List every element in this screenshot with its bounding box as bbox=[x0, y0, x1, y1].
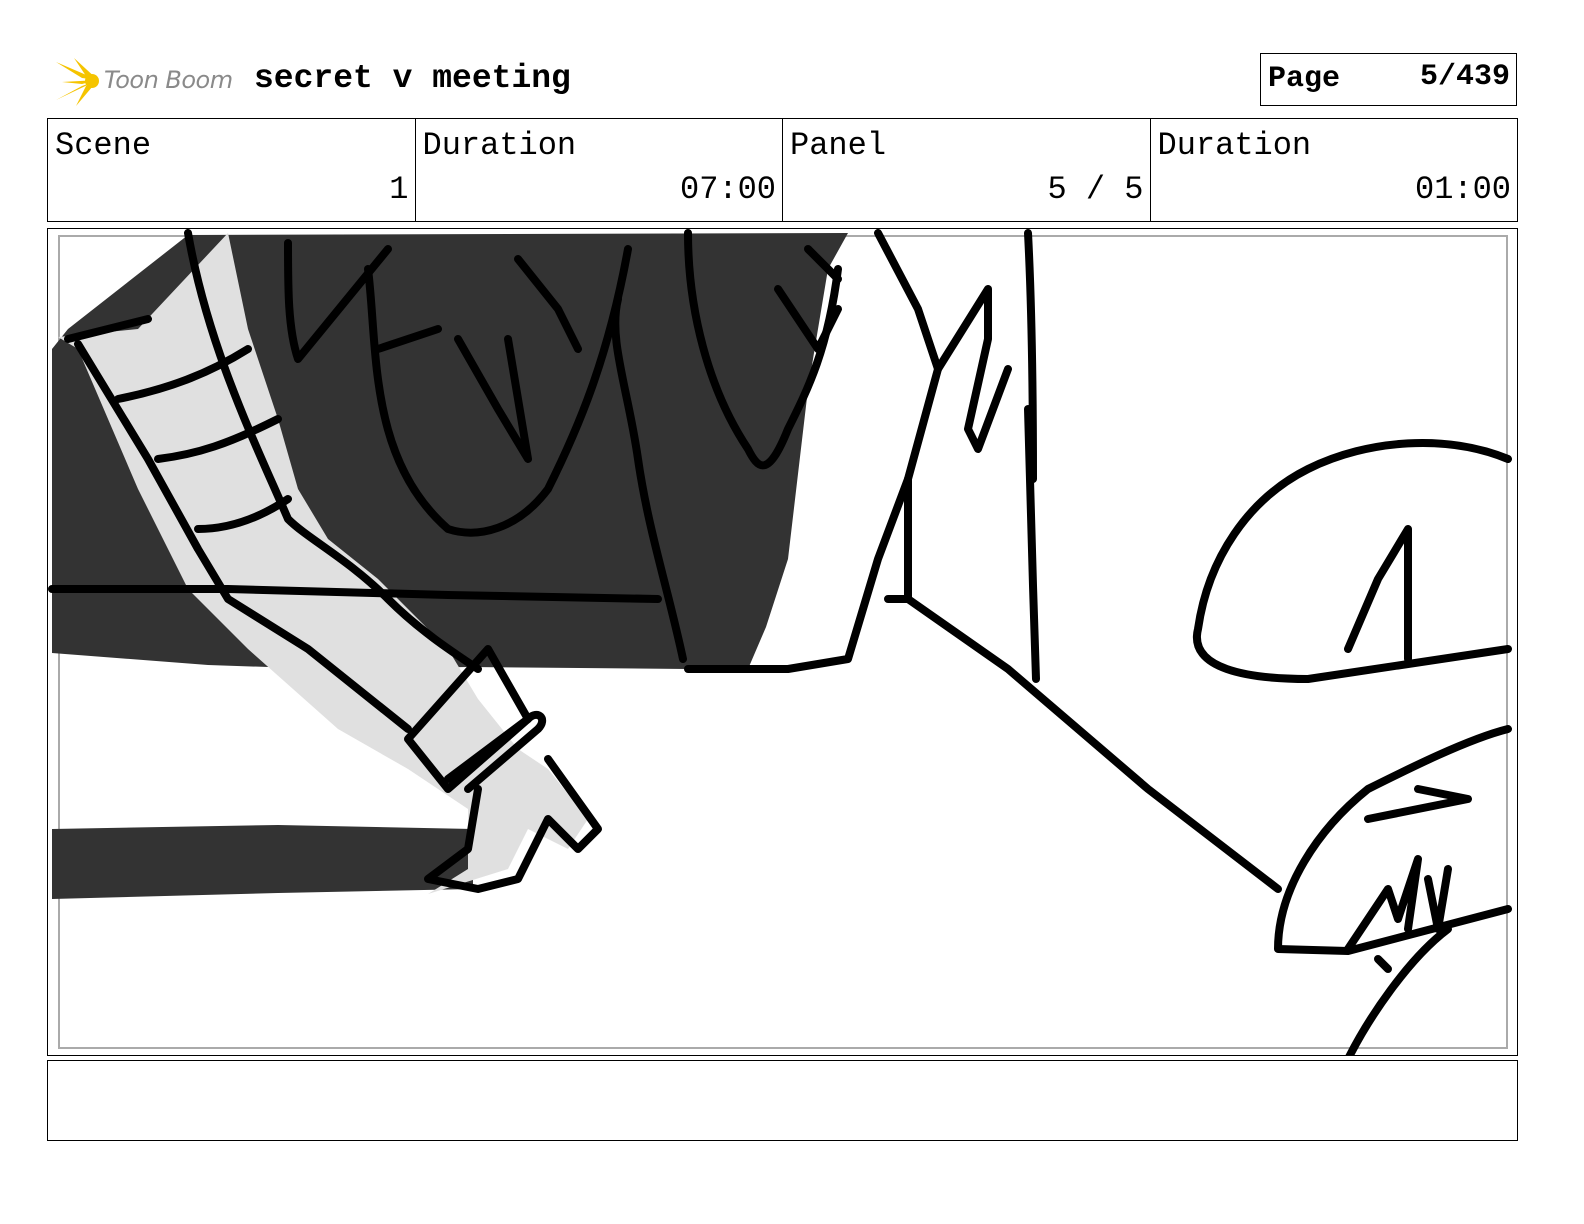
project-title: secret v meeting bbox=[254, 60, 571, 97]
scene-duration-value: 07:00 bbox=[679, 171, 776, 208]
scene-duration-cell: Duration 07:00 bbox=[416, 119, 783, 221]
panel-sketch-image bbox=[48, 229, 1512, 1055]
panel-info-row: Scene 1 Duration 07:00 Panel 5 / 5 Durat… bbox=[47, 118, 1518, 222]
scene-value: 1 bbox=[389, 171, 409, 208]
logo-text: Toon Boom bbox=[104, 66, 233, 94]
scene-label: Scene bbox=[55, 127, 152, 164]
page-indicator: Page 5/439 bbox=[1260, 53, 1517, 106]
storyboard-panel bbox=[47, 228, 1518, 1056]
panel-duration-label: Duration bbox=[1157, 127, 1312, 164]
scene-cell: Scene 1 bbox=[48, 119, 416, 221]
page-number: 5/439 bbox=[1419, 60, 1510, 94]
panel-duration-cell: Duration 01:00 bbox=[1151, 119, 1518, 221]
panel-value: 5 / 5 bbox=[1047, 171, 1144, 208]
panel-cell: Panel 5 / 5 bbox=[783, 119, 1151, 221]
scene-duration-label: Duration bbox=[422, 127, 577, 164]
page-label: Page bbox=[1268, 62, 1341, 96]
panel-notes-box bbox=[47, 1060, 1518, 1141]
panel-label: Panel bbox=[790, 127, 887, 164]
panel-duration-value: 01:00 bbox=[1414, 171, 1511, 208]
